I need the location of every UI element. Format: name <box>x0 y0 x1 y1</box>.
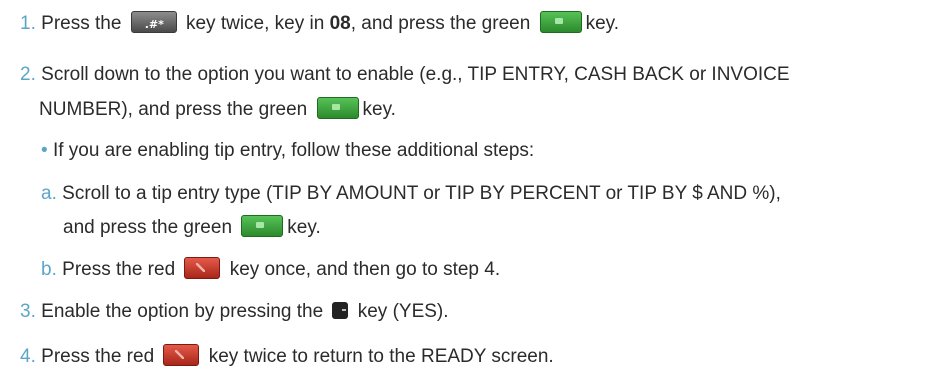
green-enter-key-icon <box>316 97 359 119</box>
step-text: , and press the green <box>350 13 531 34</box>
bullet-text: If you are enabling tip entry, follow th… <box>52 140 535 161</box>
substep-a-continued: and press the green key. <box>63 215 321 240</box>
step-text: Press the <box>41 13 122 34</box>
step-text: Scroll to a tip entry type (TIP BY AMOUN… <box>62 183 781 204</box>
step-2-continued: NUMBER), and press the green key. <box>39 97 396 122</box>
step-text: NUMBER), and press the green <box>39 99 308 120</box>
step-text: and press the green <box>63 217 233 238</box>
instruction-list: 1. Press the .#* key twice, key in 08, a… <box>0 0 943 382</box>
step-text: Scroll down to the option you want to en… <box>41 64 790 85</box>
step-number: 4. <box>20 346 36 367</box>
step-text: key. <box>287 217 321 238</box>
bullet-mark: • <box>41 140 48 161</box>
step-text: key twice, key in <box>185 13 325 34</box>
substep-letter: b. <box>41 259 57 280</box>
step-2: 2. Scroll down to the option you want to… <box>20 63 790 87</box>
step-text: key. <box>362 99 396 120</box>
red-cancel-key-icon <box>184 257 221 279</box>
substep-a: a. Scroll to a tip entry type (TIP BY AM… <box>41 182 781 206</box>
red-cancel-key-icon <box>163 344 200 366</box>
black-softkey-icon <box>332 302 349 319</box>
bullet-item: • If you are enabling tip entry, follow … <box>41 139 534 163</box>
step-text: Enable the option by pressing the <box>41 301 324 322</box>
step-text: Press the red <box>41 346 155 367</box>
step-number: 1. <box>20 13 36 34</box>
substep-b: b. Press the red key once, and then go t… <box>41 257 500 282</box>
step-text: key. <box>585 13 620 34</box>
substep-letter: a. <box>41 183 57 204</box>
step-text: key once, and then go to step 4. <box>229 259 501 280</box>
green-enter-key-icon <box>241 215 284 237</box>
step-number: 3. <box>20 301 36 322</box>
green-enter-key-icon <box>539 11 582 33</box>
hash-key-label: .#* <box>144 18 164 31</box>
step-text: key twice to return to the READY screen. <box>208 346 554 367</box>
step-1: 1. Press the .#* key twice, key in 08, a… <box>20 11 619 36</box>
step-number: 2. <box>20 64 36 85</box>
step-text: key (YES). <box>357 301 449 322</box>
step-3: 3. Enable the option by pressing the key… <box>20 300 449 324</box>
code-value: 08 <box>329 13 351 34</box>
step-4: 4. Press the red key twice to return to … <box>20 344 554 369</box>
step-text: Press the red <box>62 259 176 280</box>
hash-key-icon: .#* <box>130 11 177 33</box>
